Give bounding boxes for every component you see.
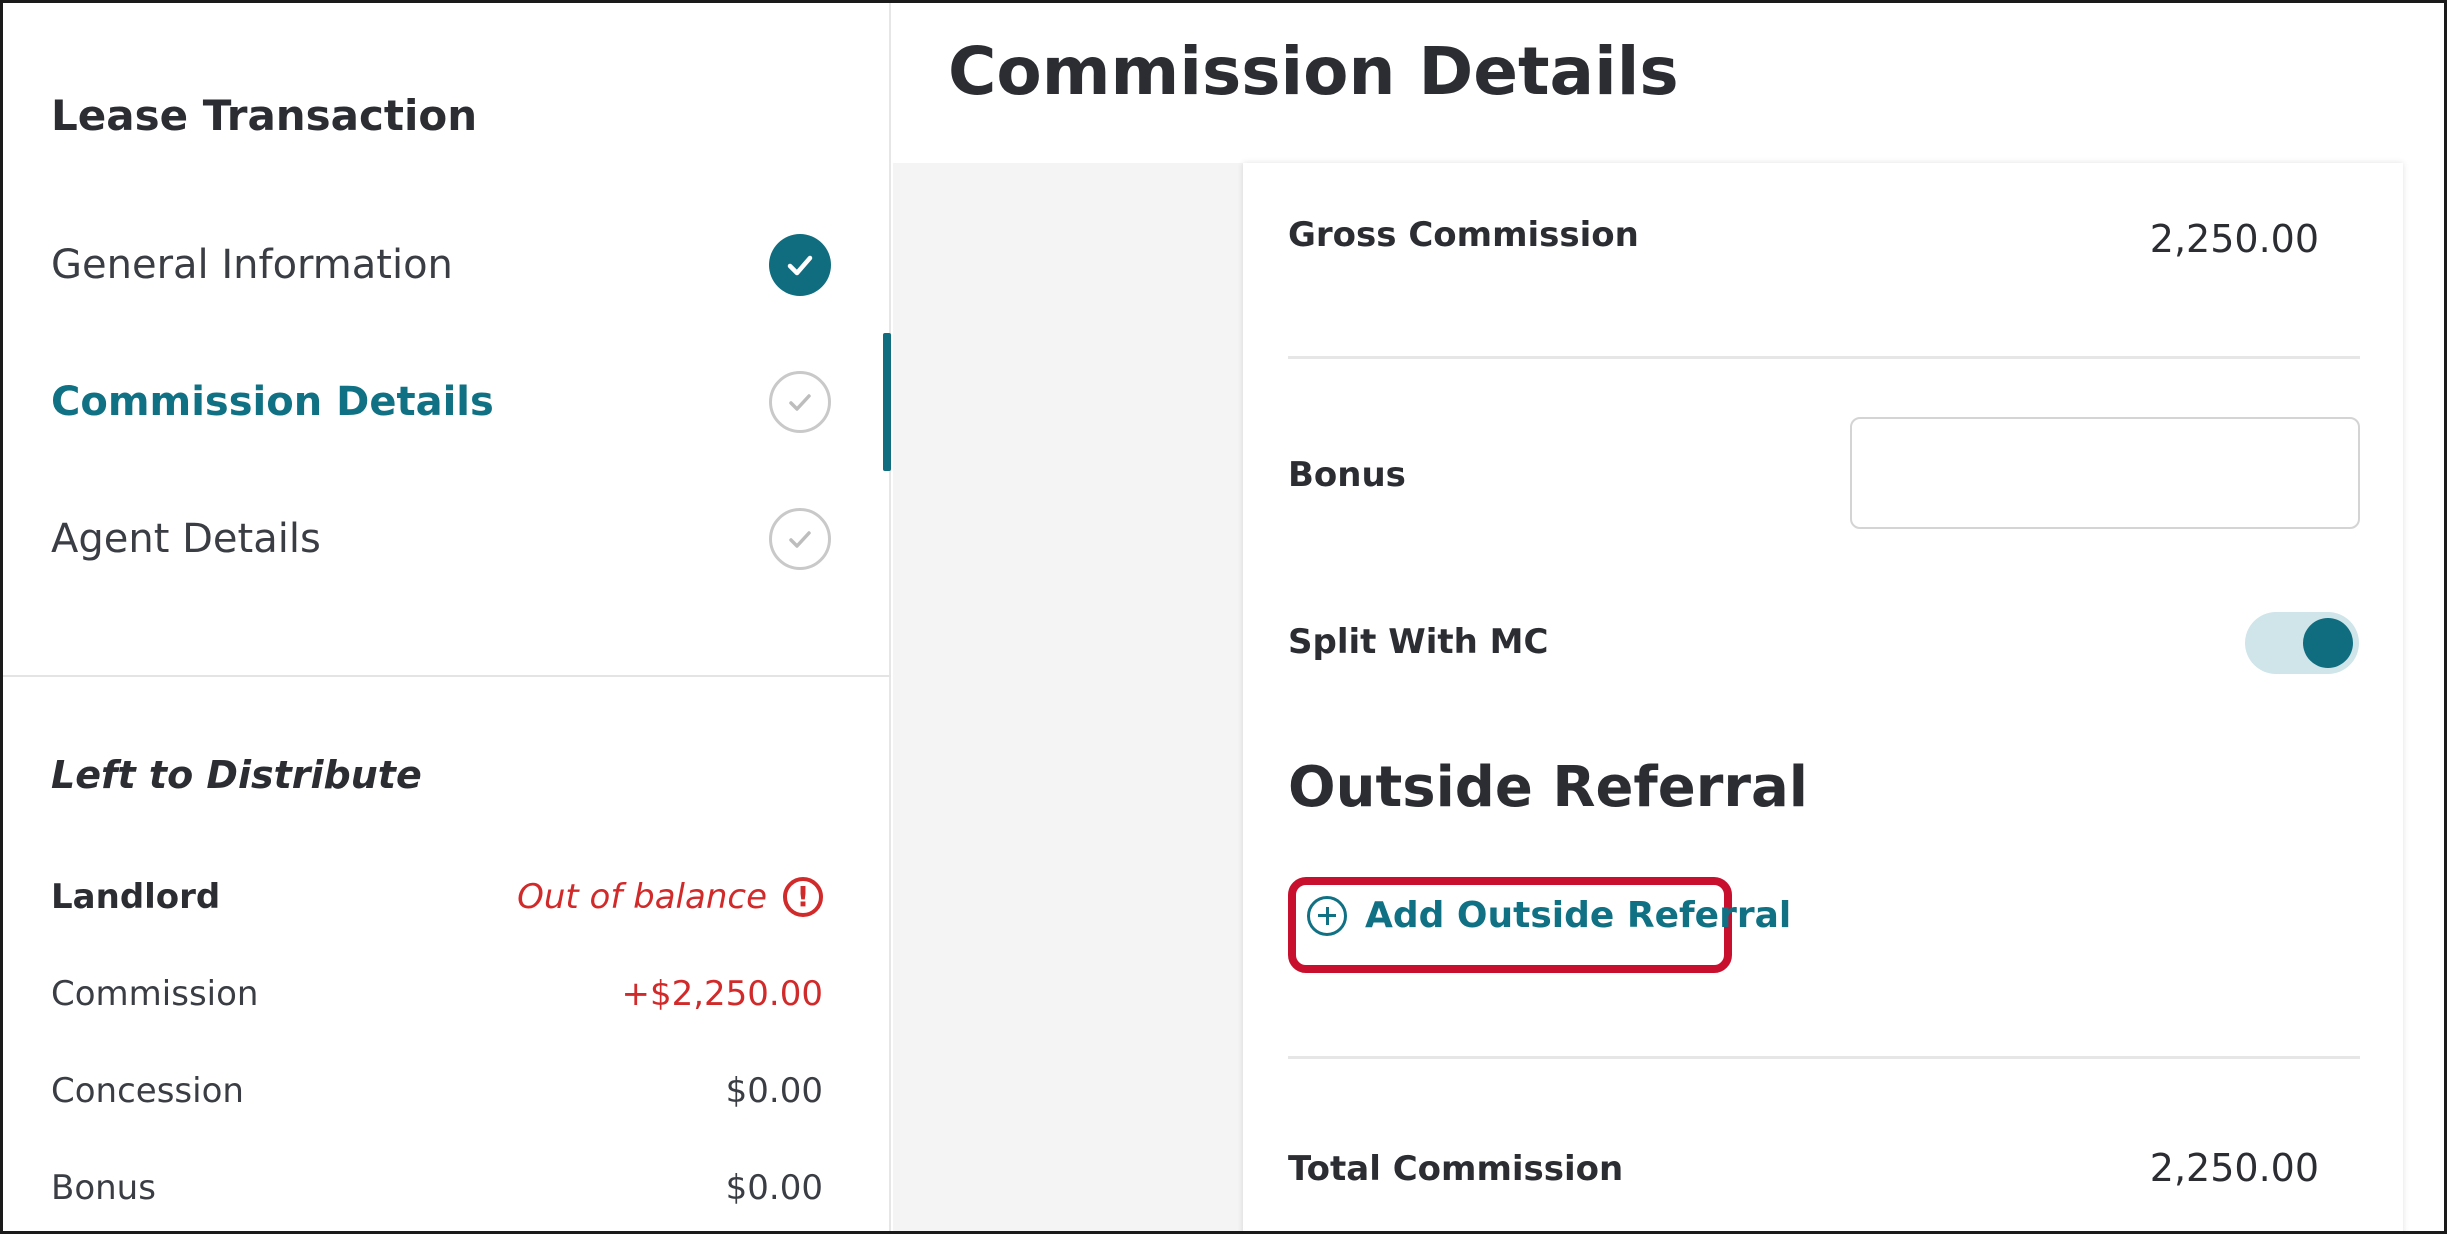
sidebar-item-agent-details[interactable]: Agent Details bbox=[51, 499, 831, 579]
sidebar-item-label: General Information bbox=[51, 242, 453, 288]
distribution-row-value: $0.00 bbox=[725, 1168, 823, 1208]
sidebar-heading: Lease Transaction bbox=[51, 91, 478, 140]
split-with-mc-label: Split With MC bbox=[1288, 622, 1549, 662]
sidebar: Lease Transaction General Information Co… bbox=[3, 3, 891, 1231]
app-window: Lease Transaction General Information Co… bbox=[0, 0, 2447, 1234]
distribution-party-row: Landlord Out of balance ! bbox=[51, 867, 823, 927]
sidebar-item-label: Commission Details bbox=[51, 379, 494, 425]
gross-commission-label: Gross Commission bbox=[1288, 215, 1639, 255]
balance-status: Out of balance ! bbox=[517, 877, 823, 917]
plus-circle-icon bbox=[1307, 895, 1347, 936]
distribution-row-value: $0.00 bbox=[725, 1071, 823, 1111]
distribution-row-label: Bonus bbox=[51, 1168, 156, 1208]
bonus-label: Bonus bbox=[1288, 455, 1406, 495]
sidebar-item-label: Agent Details bbox=[51, 516, 321, 562]
sidebar-item-commission-details[interactable]: Commission Details bbox=[51, 362, 831, 442]
divider bbox=[1288, 1056, 2360, 1059]
balance-status-text: Out of balance bbox=[517, 877, 767, 917]
gross-commission-value: 2,250.00 bbox=[2149, 217, 2319, 261]
active-step-indicator bbox=[883, 333, 891, 471]
add-outside-referral-label: Add Outside Referral bbox=[1365, 895, 1792, 936]
exclamation-circle-icon: ! bbox=[783, 877, 823, 917]
bonus-input[interactable] bbox=[1850, 417, 2360, 529]
total-commission-value: 2,250.00 bbox=[2149, 1146, 2319, 1190]
distribution-row-concession: Concession $0.00 bbox=[51, 1061, 823, 1121]
check-circle-outline-icon bbox=[769, 508, 831, 570]
distribution-row-value: +$2,250.00 bbox=[621, 974, 823, 1014]
commission-form-card bbox=[1243, 163, 2403, 1231]
left-to-distribute-heading: Left to Distribute bbox=[51, 753, 422, 797]
distribution-row-label: Commission bbox=[51, 974, 259, 1014]
toggle-knob bbox=[2303, 618, 2353, 668]
distribution-row-label: Concession bbox=[51, 1071, 244, 1111]
total-commission-label: Total Commission bbox=[1288, 1149, 1624, 1189]
outside-referral-heading: Outside Referral bbox=[1288, 755, 1808, 820]
distribution-row-commission: Commission +$2,250.00 bbox=[51, 964, 823, 1024]
split-with-mc-toggle[interactable] bbox=[2245, 612, 2359, 674]
check-circle-outline-icon bbox=[769, 371, 831, 433]
distribution-row-bonus: Bonus $0.00 bbox=[51, 1158, 823, 1218]
page-title: Commission Details bbox=[948, 33, 1679, 110]
party-label: Landlord bbox=[51, 877, 221, 917]
divider bbox=[1288, 356, 2360, 359]
sidebar-item-general-information[interactable]: General Information bbox=[51, 225, 831, 305]
check-circle-filled-icon bbox=[769, 234, 831, 296]
add-outside-referral-button[interactable]: Add Outside Referral bbox=[1307, 895, 1791, 936]
sidebar-divider bbox=[3, 675, 891, 677]
